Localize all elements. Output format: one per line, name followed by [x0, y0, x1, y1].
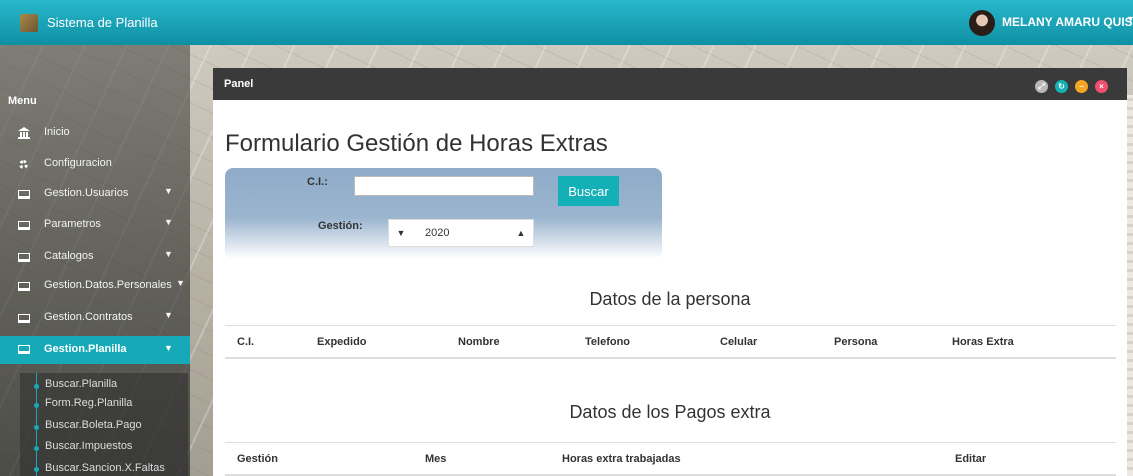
chevron-down-icon: ▼: [164, 343, 173, 353]
sidebar-item-label: Gestion.Datos.Personales: [44, 279, 172, 291]
sidebar-item-label: Gestion.Contratos: [44, 311, 133, 323]
app-logo-icon: [20, 14, 38, 32]
sidebar-heading: Menu: [8, 95, 37, 107]
decrement-caret-icon[interactable]: ▼: [389, 220, 413, 246]
ci-input[interactable]: [354, 176, 534, 196]
laptop-icon: [18, 253, 30, 262]
refresh-icon[interactable]: ↻: [1055, 80, 1068, 93]
chevron-down-icon: ▼: [164, 217, 173, 227]
submenu-dot: [34, 425, 39, 430]
user-avatar[interactable]: [969, 10, 995, 36]
submenu-dot: [34, 446, 39, 451]
pagos-table-header: Gestión Mes Horas extra trabajadas Edita…: [225, 442, 1116, 476]
ci-label: C.I.:: [307, 176, 328, 188]
search-button[interactable]: Buscar: [558, 176, 619, 206]
sidebar-item-gestion-contratos[interactable]: Gestion.Contratos ▼: [0, 305, 190, 331]
chevron-down-icon: ▼: [164, 249, 173, 259]
sidebar-item-gestion-planilla[interactable]: Gestion.Planilla ▼: [0, 336, 190, 364]
laptop-icon: [18, 345, 30, 354]
panel-header: Panel ⤢ ↻ – ×: [213, 68, 1127, 100]
chevron-down-icon: ▼: [164, 186, 173, 196]
submenu-item-buscar-planilla[interactable]: Buscar.Planilla: [45, 378, 117, 390]
submenu-dot: [34, 403, 39, 408]
sidebar-item-label: Catalogos: [44, 250, 94, 262]
gestion-year-stepper[interactable]: ▼ 2020 ▲: [388, 219, 534, 247]
expand-icon[interactable]: ⤢: [1035, 80, 1048, 93]
laptop-icon: [18, 282, 30, 291]
sidebar-item-label: Gestion.Usuarios: [44, 187, 129, 199]
column-header: Editar: [955, 453, 987, 465]
gear-icon: [19, 160, 28, 169]
column-header: Nombre: [458, 336, 500, 348]
column-header: Expedido: [317, 336, 367, 348]
panel-title: Panel: [224, 78, 254, 90]
submenu-item-buscar-impuestos[interactable]: Buscar.Impuestos: [45, 440, 132, 452]
form-title: Formulario Gestión de Horas Extras: [225, 130, 608, 157]
gestion-year-value[interactable]: 2020: [425, 227, 449, 239]
laptop-icon: [18, 190, 30, 199]
sidebar-item-gestion-datos-personales[interactable]: Gestion.Datos.Personales ▼: [0, 273, 190, 299]
chevron-down-icon: ▼: [164, 310, 173, 320]
column-header: Mes: [425, 453, 447, 465]
submenu-dot: [34, 384, 39, 389]
sidebar-item-label: Gestion.Planilla: [44, 343, 127, 355]
laptop-icon: [18, 221, 30, 230]
persona-section-title: Datos de la persona: [589, 289, 751, 309]
column-header: Horas extra trabajadas: [562, 453, 681, 465]
minimize-icon[interactable]: –: [1075, 80, 1088, 93]
column-header: Horas Extra: [952, 336, 1014, 348]
column-header: Persona: [834, 336, 878, 348]
column-header: Celular: [720, 336, 758, 348]
persona-table-header: C.I. Expedido Nombre Telefono Celular Pe…: [225, 325, 1116, 359]
submenu-item-buscar-sancion-x-faltas[interactable]: Buscar.Sancion.X.Faltas: [45, 462, 165, 474]
submenu-item-form-reg-planilla[interactable]: Form.Reg.Planilla: [45, 397, 132, 409]
user-menu-caret-icon[interactable]: ▾: [1128, 14, 1133, 25]
column-header: Telefono: [585, 336, 631, 348]
top-bar: Sistema de Planilla MELANY AMARU QUISPE …: [0, 0, 1133, 45]
chevron-down-icon: ▼: [176, 278, 185, 288]
column-header: Gestión: [237, 453, 278, 465]
increment-caret-icon[interactable]: ▲: [509, 220, 533, 246]
bank-icon: [18, 127, 30, 139]
pagos-section-title: Datos de los Pagos extra: [569, 402, 771, 422]
sidebar-item-parametros[interactable]: Parametros ▼: [0, 212, 190, 238]
sidebar-item-configuracion[interactable]: Configuracion: [0, 151, 190, 177]
gestion-label: Gestión:: [318, 220, 363, 232]
panel: Panel ⤢ ↻ – × Formulario Gestión de Hora…: [213, 68, 1127, 476]
sidebar-item-gestion-usuarios[interactable]: Gestion.Usuarios ▼: [0, 181, 190, 207]
user-menu-name[interactable]: MELANY AMARU QUISPE: [1002, 15, 1133, 29]
submenu-item-buscar-boleta-pago[interactable]: Buscar.Boleta.Pago: [45, 419, 142, 431]
sidebar-item-inicio[interactable]: Inicio: [0, 120, 190, 146]
submenu-dot: [34, 467, 39, 472]
sidebar-item-label: Configuracion: [44, 157, 112, 169]
column-header: C.I.: [237, 336, 255, 348]
app-title[interactable]: Sistema de Planilla: [47, 15, 158, 30]
close-icon[interactable]: ×: [1095, 80, 1108, 93]
laptop-icon: [18, 314, 30, 323]
sidebar-item-catalogos[interactable]: Catalogos ▼: [0, 244, 190, 270]
sidebar-item-label: Inicio: [44, 126, 70, 138]
sidebar-item-label: Parametros: [44, 218, 101, 230]
